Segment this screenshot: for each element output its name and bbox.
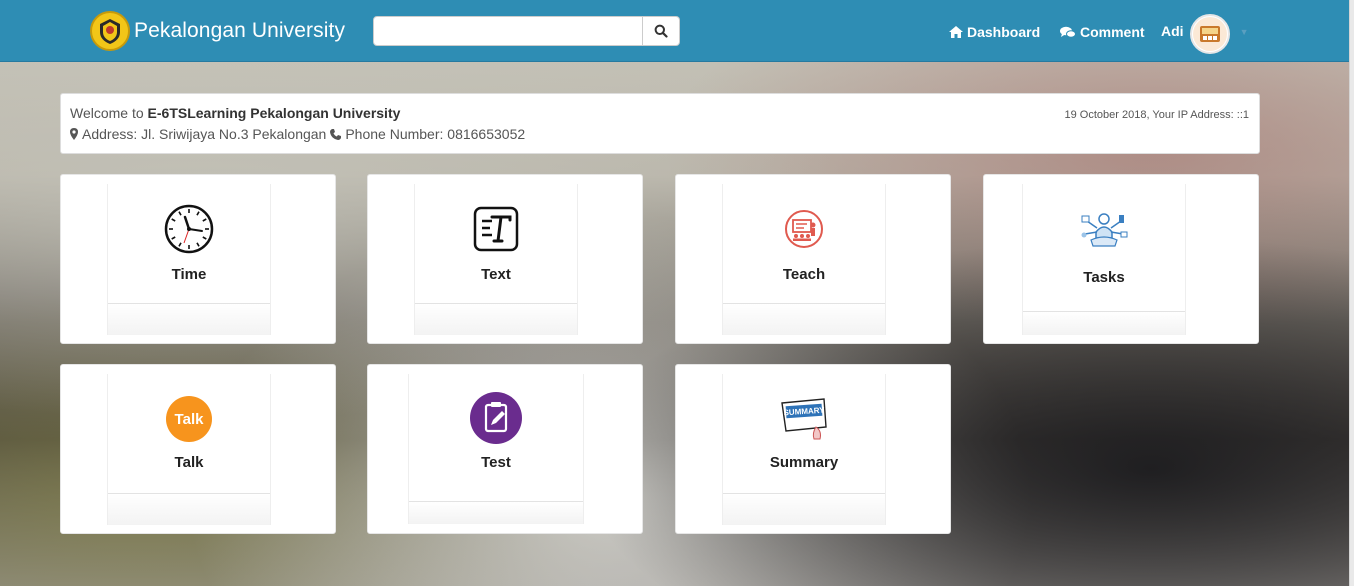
tile-time-card: Time [107, 184, 271, 335]
tile-talk[interactable]: Talk Talk [60, 364, 336, 534]
tile-teach[interactable]: Teach [675, 174, 951, 344]
map-marker-icon [70, 128, 78, 140]
contact-info: Address: Jl. Sriwijaya No.3 Pekalongan P… [70, 126, 1250, 142]
teach-icon [776, 201, 832, 257]
summary-icon: SUMMARY [776, 391, 832, 447]
tile-time-label: Time [171, 266, 207, 283]
date-ip-text: 19 October 2018, Your IP Address: ::1 [1064, 109, 1249, 121]
tile-text[interactable]: Text [367, 174, 643, 344]
comments-icon [1060, 26, 1076, 38]
user-name: Adi [1161, 23, 1184, 39]
tile-time[interactable]: Time [60, 174, 336, 344]
tile-talk-label: Talk [174, 454, 204, 471]
brand-name: Pekalongan University [134, 19, 346, 42]
tile-tasks-label: Tasks [1083, 269, 1125, 286]
text-icon [468, 201, 524, 257]
tile-text-label: Text [481, 266, 511, 283]
top-navbar: Pekalongan University Dashboard Comment … [0, 0, 1349, 62]
search-icon [654, 24, 668, 38]
phone-icon [330, 128, 342, 140]
talk-logo-text: Talk [175, 411, 205, 428]
tile-tasks[interactable]: Tasks [983, 174, 1259, 344]
phone-text: Phone Number: 0816653052 [345, 126, 526, 142]
clock-icon [161, 201, 217, 257]
user-menu[interactable]: Adi ▼ [1161, 14, 1248, 54]
welcome-panel: Welcome to E-6TSLearning Pekalongan Univ… [60, 93, 1260, 154]
tile-summary[interactable]: SUMMARY Summary [675, 364, 951, 534]
test-icon [468, 390, 524, 446]
tasks-icon [1076, 201, 1132, 257]
search-input[interactable] [373, 16, 643, 46]
brand[interactable]: Pekalongan University [90, 11, 345, 51]
talk-icon: Talk [161, 391, 217, 447]
search-button[interactable] [643, 16, 680, 46]
welcome-site-name: E-6TSLearning Pekalongan University [147, 105, 401, 121]
tile-tasks-card: Tasks [1022, 184, 1186, 335]
nav-dashboard-link[interactable]: Dashboard [949, 24, 1040, 40]
tile-test[interactable]: Test [367, 364, 643, 534]
tile-teach-card: Teach [722, 184, 886, 335]
tile-talk-card: Talk Talk [107, 374, 271, 525]
vertical-scrollbar[interactable] [1349, 0, 1354, 586]
university-logo-icon [90, 11, 130, 51]
nav-comment-link[interactable]: Comment [1060, 24, 1145, 40]
tile-summary-card: SUMMARY Summary [722, 374, 886, 525]
welcome-prefix: Welcome to [70, 105, 148, 121]
tile-summary-label: Summary [769, 454, 839, 471]
home-icon [949, 26, 963, 38]
avatar[interactable] [1189, 14, 1230, 54]
tile-teach-label: Teach [782, 266, 826, 283]
search-bar [373, 16, 680, 46]
nav-dashboard-label: Dashboard [967, 24, 1041, 40]
nav-comment-label: Comment [1080, 24, 1145, 40]
chevron-down-icon: ▼ [1239, 27, 1249, 37]
address-text: Address: Jl. Sriwijaya No.3 Pekalongan [82, 126, 327, 142]
tile-test-label: Test [481, 454, 511, 471]
tile-test-card: Test [408, 374, 584, 524]
tile-text-card: Text [414, 184, 578, 335]
